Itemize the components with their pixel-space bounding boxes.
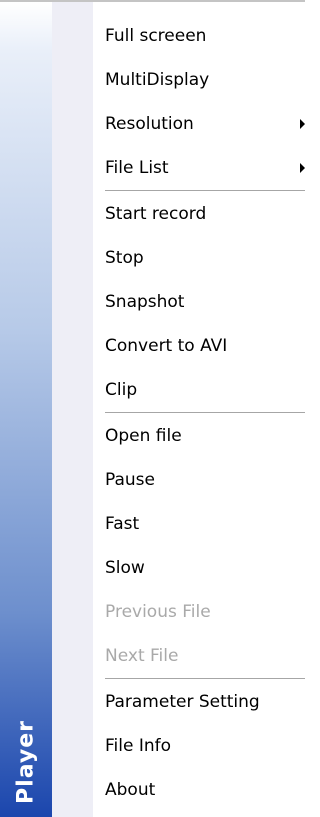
menu-item-label: Pause <box>105 470 155 490</box>
menu-item-next-file: Next File <box>93 634 305 678</box>
menu-item-start-record[interactable]: Start record <box>93 192 305 236</box>
menu-item-label: Stop <box>105 248 144 268</box>
menu-item-fast[interactable]: Fast <box>93 502 305 546</box>
context-menu: Player Full screeen MultiDisplay Resolutio… <box>0 0 305 817</box>
menu-item-multidisplay[interactable]: MultiDisplay <box>93 58 305 102</box>
menu-item-full-screen[interactable]: Full screeen <box>93 14 305 58</box>
menu-items: Full screeen MultiDisplay Resolution File L… <box>93 14 305 812</box>
side-banner: Player <box>0 2 52 817</box>
menu-item-label: Open file <box>105 426 182 446</box>
menu-item-file-info[interactable]: File Info <box>93 724 305 768</box>
menu-item-label: MultiDisplay <box>105 70 210 90</box>
menu-item-convert-to-avi[interactable]: Convert to AVI <box>93 324 305 368</box>
menu-item-label: Full screeen <box>105 26 207 46</box>
menu-item-label: Parameter Setting <box>105 692 260 712</box>
menu-item-label: Previous File <box>105 602 211 622</box>
menu-item-label: Resolution <box>105 114 194 134</box>
menu-item-snapshot[interactable]: Snapshot <box>93 280 305 324</box>
arrow-right-icon <box>300 119 305 129</box>
menu-item-label: Convert to AVI <box>105 336 228 356</box>
menu-item-stop[interactable]: Stop <box>93 236 305 280</box>
menu-item-resolution[interactable]: Resolution <box>93 102 305 146</box>
menu-item-pause[interactable]: Pause <box>93 458 305 502</box>
menu-item-about[interactable]: About <box>93 768 305 812</box>
menu-item-label: Clip <box>105 380 138 400</box>
banner-title: Player <box>13 720 39 804</box>
menu-item-label: File List <box>105 158 169 178</box>
menu-item-slow[interactable]: Slow <box>93 546 305 590</box>
menu-item-label: Slow <box>105 558 145 578</box>
menu-item-label: Start record <box>105 204 207 224</box>
menu-item-parameter-setting[interactable]: Parameter Setting <box>93 680 305 724</box>
menu-item-open-file[interactable]: Open file <box>93 414 305 458</box>
menu-item-label: About <box>105 780 156 800</box>
menu-item-label: Next File <box>105 646 179 666</box>
arrow-right-icon <box>300 163 305 173</box>
menu-item-label: Snapshot <box>105 292 185 312</box>
menu-item-label: File Info <box>105 736 172 756</box>
menu-item-clip[interactable]: Clip <box>93 368 305 412</box>
menu-item-file-list[interactable]: File List <box>93 146 305 190</box>
menu-item-previous-file: Previous File <box>93 590 305 634</box>
icon-column <box>52 2 93 817</box>
menu-item-label: Fast <box>105 514 140 534</box>
